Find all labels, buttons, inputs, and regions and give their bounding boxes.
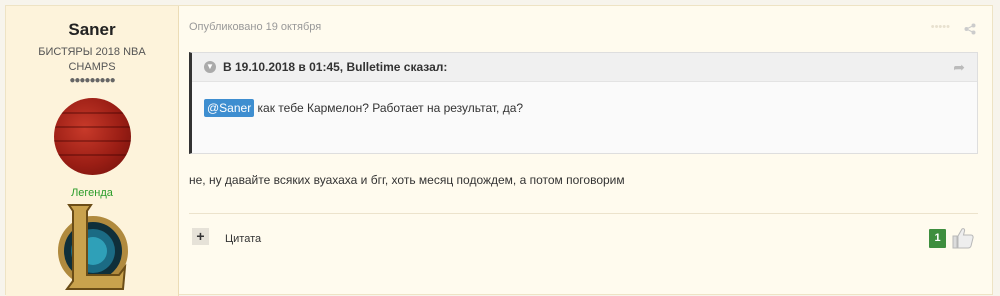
post-text: не, ну давайте всяких вуахаха и бгг, хот… xyxy=(189,173,625,187)
quote-header: ▼ В 19.10.2018 в 01:45, Bulletime сказал… xyxy=(192,53,977,82)
chevron-down-icon[interactable]: ▼ xyxy=(204,61,216,73)
post-content: Опубликовано 19 октября ••••• ▼ В 19.10.… xyxy=(189,6,992,296)
quote-block: ▼ В 19.10.2018 в 01:45, Bulletime сказал… xyxy=(189,52,978,154)
divider xyxy=(189,213,978,214)
post-date[interactable]: Опубликовано 19 октября xyxy=(189,21,321,33)
thumbs-up-icon[interactable] xyxy=(951,226,975,250)
report-link[interactable]: ••••• xyxy=(931,21,950,33)
author-panel: Saner БИСТЯРЫ 2018 NBA CHAMPS ●●●●●●●●● … xyxy=(6,6,179,296)
quote-text: как тебе Кармелон? Работает на результат… xyxy=(254,101,524,115)
quote-citation: В 19.10.2018 в 01:45, Bulletime сказал: xyxy=(223,60,448,74)
quote-button[interactable]: Цитата xyxy=(225,233,261,245)
share-icon[interactable] xyxy=(964,23,976,35)
author-name[interactable]: Saner xyxy=(6,20,178,40)
avatar[interactable] xyxy=(54,98,131,175)
league-badge-icon xyxy=(58,204,128,290)
quote-body: @Saner как тебе Кармелон? Работает на ре… xyxy=(204,99,523,117)
user-mention[interactable]: @Saner xyxy=(204,99,255,117)
group-name: Легенда xyxy=(71,187,113,199)
forum-post: Saner БИСТЯРЫ 2018 NBA CHAMPS ●●●●●●●●● … xyxy=(5,5,993,296)
multiquote-button[interactable]: + xyxy=(192,228,209,245)
rank-pips: ●●●●●●●●● xyxy=(69,75,115,86)
reputation-count: 1 xyxy=(929,229,946,248)
author-title: БИСТЯРЫ 2018 NBA CHAMPS xyxy=(38,46,146,73)
go-to-quoted-icon[interactable]: ➦ xyxy=(953,59,965,76)
